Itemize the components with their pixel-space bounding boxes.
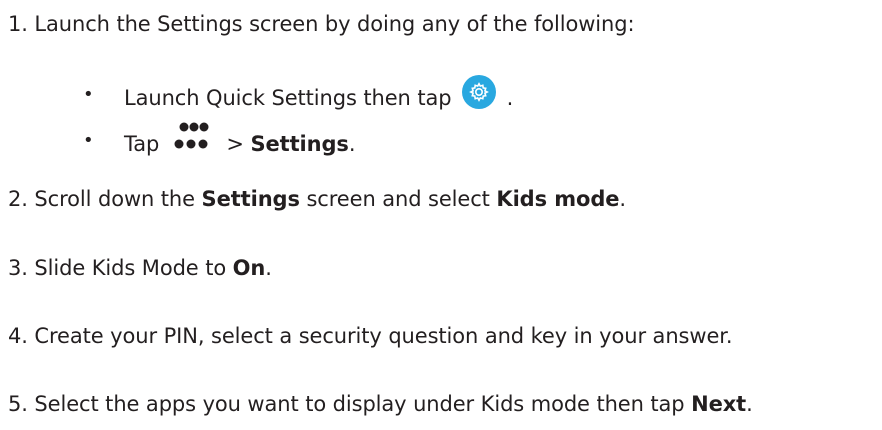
settings-gear-icon (462, 75, 497, 109)
step-bold-kids-mode: Kids mode (496, 187, 620, 211)
step-text: Launch the Settings screen by doing any … (34, 12, 635, 36)
substep-text: Tap (124, 132, 160, 156)
substep-quick-settings: Launch Quick Settings then tap . (124, 75, 514, 116)
step-4: 4. Create your PIN, select a security qu… (8, 323, 733, 349)
step-number: 5. (8, 392, 28, 416)
step-1: 1. Launch the Settings screen by doing a… (8, 11, 635, 37)
substep-end: . (506, 86, 514, 110)
substep-text: Launch Quick Settings then tap (124, 86, 452, 110)
step-number: 4. (8, 324, 28, 348)
step-bold-on: On (232, 256, 266, 280)
step-bold-next: Next (691, 392, 747, 416)
substep-bold: Settings (250, 132, 349, 156)
step-2: 2. Scroll down the Settings screen and s… (8, 186, 626, 212)
step-text: screen and select (299, 187, 497, 211)
step-end: . (746, 392, 753, 416)
substep-end: . (348, 132, 356, 156)
step-text: Scroll down the (34, 187, 202, 211)
step-number: 2. (8, 187, 28, 211)
bullet: • (83, 84, 94, 105)
step-number: 1. (8, 12, 28, 36)
step-end: . (265, 256, 272, 280)
step-text: Create your PIN, select a security quest… (34, 324, 733, 348)
bullet: • (83, 130, 94, 151)
step-3: 3. Slide Kids Mode to On. (8, 255, 272, 281)
step-text: Select the apps you want to display unde… (34, 392, 692, 416)
substep-tap-settings: Tap > Settings. (124, 122, 356, 162)
substep-separator: > (226, 132, 251, 156)
step-text: Slide Kids Mode to (34, 256, 233, 280)
step-bold-settings: Settings (201, 187, 300, 211)
more-dots-icon (174, 122, 214, 156)
step-end: . (619, 187, 626, 211)
step-number: 3. (8, 256, 28, 280)
step-5: 5. Select the apps you want to display u… (8, 391, 753, 417)
